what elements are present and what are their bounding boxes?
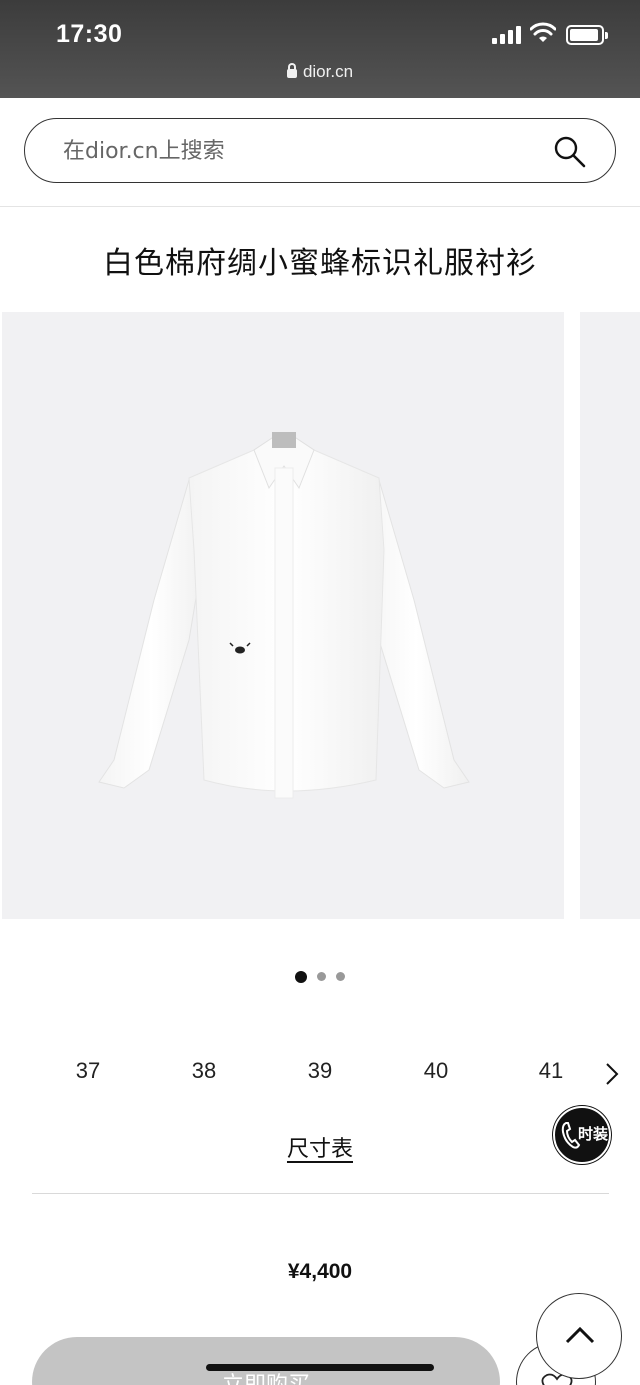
buy-now-button[interactable]: 立即购买 [32, 1337, 500, 1385]
size-option[interactable]: 37 [58, 1058, 118, 1084]
battery-icon [566, 25, 608, 45]
badge-label: 时装 [578, 1125, 609, 1143]
size-option[interactable]: 39 [290, 1058, 350, 1084]
carousel-dot-1[interactable] [295, 970, 307, 983]
size-option[interactable]: 40 [406, 1058, 466, 1084]
clock: 17:30 [56, 20, 123, 48]
status-bar: 17:30 dior.cn [0, 0, 640, 98]
size-selector: 37 38 39 40 41 [30, 1058, 590, 1090]
product-image-slide[interactable] [2, 312, 564, 919]
contact-badge[interactable]: 时装 [553, 1106, 611, 1164]
carousel-dot-3[interactable] [336, 972, 345, 982]
search-box[interactable] [24, 118, 616, 183]
home-indicator [206, 1364, 434, 1371]
url-text: dior.cn [302, 62, 354, 81]
cellular-signal-icon [492, 26, 522, 44]
lock-icon [286, 63, 297, 78]
size-option[interactable]: 41 [521, 1058, 581, 1084]
header-divider [0, 206, 640, 207]
search-input[interactable] [63, 133, 533, 169]
wifi-icon [530, 22, 556, 42]
size-option[interactable]: 38 [174, 1058, 234, 1084]
search-icon[interactable] [553, 135, 587, 169]
product-price: ¥4,400 [287, 1260, 353, 1283]
product-title: 白色棉府绸小蜜蜂标识礼服衬衫 [103, 246, 537, 281]
chevron-right-icon[interactable] [600, 1060, 624, 1088]
chevron-up-icon [565, 1326, 595, 1344]
shirt-image [98, 432, 470, 799]
carousel-dot-2[interactable] [317, 972, 326, 982]
back-to-top-button[interactable] [536, 1293, 622, 1379]
size-chart-link[interactable]: 尺寸表 [0, 1131, 640, 1163]
next-slide-preview[interactable] [580, 312, 640, 919]
size-chart-label: 尺寸表 [286, 1137, 353, 1162]
address-bar[interactable]: dior.cn [0, 62, 640, 82]
section-divider [32, 1193, 609, 1194]
carousel-pagination [0, 968, 640, 986]
